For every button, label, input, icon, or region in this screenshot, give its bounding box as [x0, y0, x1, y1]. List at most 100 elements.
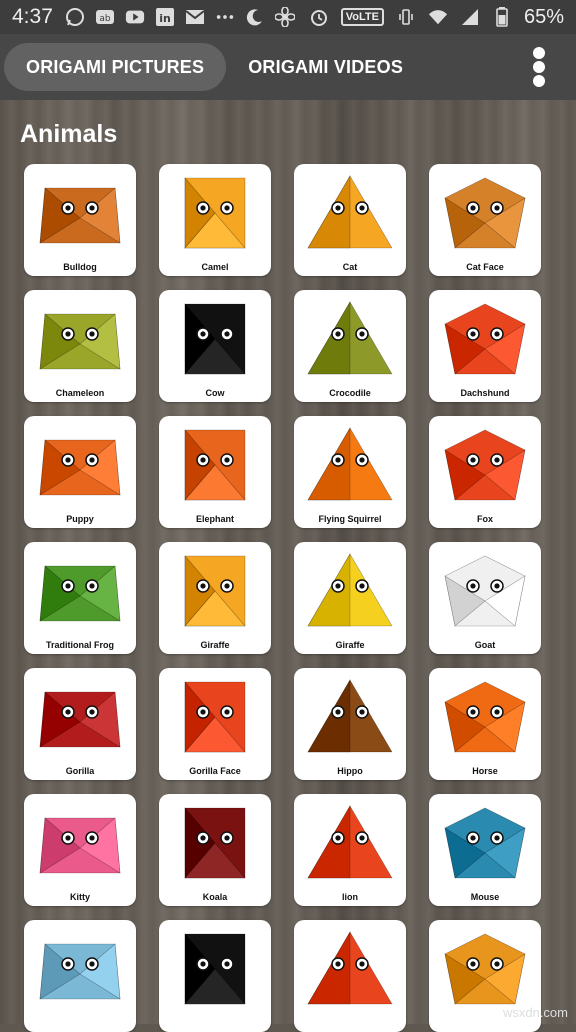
- animal-card[interactable]: Bulldog: [24, 164, 136, 276]
- animal-card[interactable]: Kitty: [24, 794, 136, 906]
- fan-icon: [274, 7, 295, 27]
- animal-card[interactable]: Koala: [159, 794, 271, 906]
- animal-card[interactable]: Cat Face: [429, 164, 541, 276]
- origami-illustration: [39, 943, 121, 1000]
- vibrate-icon: [396, 7, 416, 27]
- animal-card[interactable]: Fox: [429, 416, 541, 528]
- animal-grid: Bulldog Camel Cat Cat Face Chameleon Cow Croco…: [24, 164, 564, 1032]
- origami-illustration: [39, 187, 121, 244]
- animal-label: Bulldog: [63, 262, 97, 272]
- animal-card[interactable]: lion: [294, 794, 406, 906]
- more-options-icon[interactable]: [532, 47, 546, 87]
- battery-percent: 65%: [523, 5, 564, 28]
- origami-illustration: [184, 429, 246, 501]
- tab-bar: ORIGAMI PICTURES ORIGAMI VIDEOS: [0, 34, 576, 100]
- animal-card[interactable]: [159, 920, 271, 1032]
- animal-label: Cow: [205, 388, 225, 398]
- animal-label: Giraffe: [335, 640, 365, 650]
- animal-label: lion: [342, 892, 358, 902]
- origami-illustration: [39, 565, 121, 622]
- animal-card[interactable]: Cow: [159, 290, 271, 402]
- animal-card[interactable]: Giraffe: [294, 542, 406, 654]
- origami-illustration: [39, 817, 121, 874]
- animal-label: Dachshund: [460, 388, 510, 398]
- origami-illustration: [307, 426, 393, 501]
- animal-card[interactable]: Puppy: [24, 416, 136, 528]
- section-title: Animals: [20, 120, 118, 148]
- animal-card[interactable]: Chameleon: [24, 290, 136, 402]
- animal-label: Elephant: [195, 514, 234, 524]
- svg-text:in: in: [159, 12, 171, 25]
- animal-label: Puppy: [66, 514, 94, 524]
- animal-card[interactable]: Horse: [429, 668, 541, 780]
- battery-icon: [492, 7, 512, 27]
- animal-label: Horse: [472, 766, 498, 776]
- animal-card[interactable]: Dachshund: [429, 290, 541, 402]
- animal-label: Gorilla: [65, 766, 95, 776]
- animal-card[interactable]: Giraffe: [159, 542, 271, 654]
- animal-card[interactable]: [24, 920, 136, 1032]
- animal-card[interactable]: Gorilla Face: [159, 668, 271, 780]
- animal-label: Hippo: [337, 766, 363, 776]
- origami-illustration: [184, 807, 246, 879]
- animal-label: Koala: [202, 892, 228, 902]
- animal-label: Mouse: [470, 892, 500, 902]
- animal-label: Crocodile: [329, 388, 371, 398]
- animal-card[interactable]: Traditional Frog: [24, 542, 136, 654]
- origami-illustration: [444, 429, 526, 501]
- animal-card[interactable]: Cat: [294, 164, 406, 276]
- origami-illustration: [307, 804, 393, 879]
- tab-origami-pictures[interactable]: ORIGAMI PICTURES: [4, 43, 227, 91]
- origami-illustration: [307, 552, 393, 627]
- origami-illustration: [184, 177, 246, 249]
- origami-illustration: [39, 691, 121, 748]
- animal-label: Giraffe: [200, 640, 230, 650]
- animal-label: Kitty: [70, 892, 90, 902]
- origami-illustration: [444, 303, 526, 375]
- origami-illustration: [307, 300, 393, 375]
- origami-illustration: [307, 930, 393, 1005]
- origami-illustration: [184, 933, 246, 1005]
- animal-card[interactable]: Camel: [159, 164, 271, 276]
- ab-icon: ab: [95, 7, 115, 27]
- gmail-icon: [185, 7, 205, 27]
- animal-card[interactable]: Crocodile: [294, 290, 406, 402]
- origami-illustration: [307, 174, 393, 249]
- origami-illustration: [444, 807, 526, 879]
- volte-badge: VoLTE: [340, 8, 384, 26]
- origami-illustration: [184, 681, 246, 753]
- animal-label: Fox: [476, 514, 493, 524]
- animal-label: Cat: [342, 262, 358, 272]
- linkedin-icon: in: [155, 7, 175, 27]
- animal-label: Camel: [201, 262, 229, 272]
- animal-card[interactable]: [294, 920, 406, 1032]
- animal-label: Chameleon: [55, 388, 105, 398]
- moon-icon: [245, 7, 265, 27]
- status-time: 4:37: [12, 5, 53, 28]
- watermark: wsxdn.com: [502, 1005, 568, 1020]
- origami-illustration: [444, 681, 526, 753]
- origami-illustration: [39, 313, 121, 370]
- animal-card[interactable]: Mouse: [429, 794, 541, 906]
- origami-illustration: [39, 439, 121, 496]
- animal-label: Flying Squirrel: [318, 514, 382, 524]
- origami-illustration: [184, 303, 246, 375]
- animal-label: Gorilla Face: [189, 766, 241, 776]
- whatsapp-icon: [65, 7, 85, 27]
- animal-label: Goat: [474, 640, 496, 650]
- svg-text:ab: ab: [99, 14, 111, 24]
- dots-icon: [215, 7, 235, 27]
- wifi-icon: [428, 7, 448, 27]
- animal-label: Cat Face: [466, 262, 504, 272]
- origami-illustration: [184, 555, 246, 627]
- signal-icon: [460, 7, 480, 27]
- youtube-icon: [125, 7, 145, 27]
- animal-card[interactable]: Elephant: [159, 416, 271, 528]
- animal-card[interactable]: Gorilla: [24, 668, 136, 780]
- animal-card[interactable]: Goat: [429, 542, 541, 654]
- animal-card[interactable]: Hippo: [294, 668, 406, 780]
- origami-illustration: [444, 177, 526, 249]
- animal-card[interactable]: Flying Squirrel: [294, 416, 406, 528]
- origami-illustration: [307, 678, 393, 753]
- tab-origami-videos[interactable]: ORIGAMI VIDEOS: [226, 43, 425, 91]
